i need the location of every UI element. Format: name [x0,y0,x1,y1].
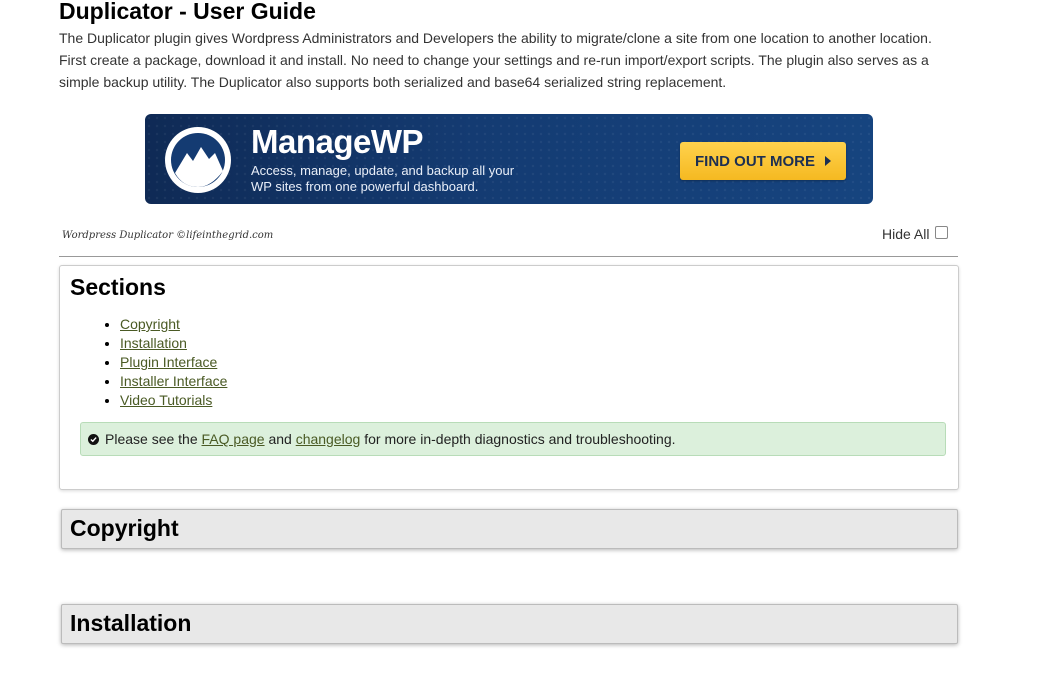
section-link-copyright[interactable]: Copyright [120,316,180,332]
check-circle-icon [88,433,99,445]
section-link-plugin-interface[interactable]: Plugin Interface [120,354,217,370]
list-item: Copyright [120,315,227,334]
page-title: Duplicator - User Guide [59,0,316,24]
find-out-more-label: FIND OUT MORE [695,152,815,170]
credit-text: Wordpress Duplicator ©lifeinthegrid.com [62,230,274,241]
banner-tagline-line-1: Access, manage, update, and backup all y… [251,163,515,178]
sections-list: Copyright Installation Plugin Interface … [101,315,227,410]
divider [59,256,958,257]
chevron-right-icon [825,156,831,166]
list-item: Plugin Interface [120,353,227,372]
managewp-banner-ad[interactable]: ManageWP Access, manage, update, and bac… [145,114,873,204]
note-and: and [268,431,292,447]
banner-tagline-line-2: WP sites from one powerful dashboard. [251,179,479,194]
intro-paragraph: The Duplicator plugin gives Wordpress Ad… [59,30,932,90]
list-item: Installer Interface [120,372,227,391]
sections-title: Sections [70,274,166,300]
section-link-installer-interface[interactable]: Installer Interface [120,373,227,389]
find-out-more-button[interactable]: FIND OUT MORE [680,142,846,180]
installation-heading: Installation [70,610,192,636]
copyright-panel-header[interactable]: Copyright [61,509,958,549]
hide-all-label: Hide All [882,226,930,242]
banner-brand: ManageWP [251,123,424,160]
list-item: Installation [120,334,227,353]
managewp-logo-icon [165,127,231,193]
section-link-installation[interactable]: Installation [120,335,187,351]
hide-all-toggle[interactable]: Hide All [882,225,949,242]
note-prefix: Please see the [105,431,198,447]
section-link-video-tutorials[interactable]: Video Tutorials [120,392,212,408]
installation-panel-header[interactable]: Installation [61,604,958,644]
hide-all-checkbox[interactable] [935,225,949,239]
banner-tagline: Access, manage, update, and backup all y… [251,163,541,195]
copyright-heading: Copyright [70,515,179,541]
list-item: Video Tutorials [120,391,227,410]
note-suffix: for more in-depth diagnostics and troubl… [364,431,676,447]
help-note: Please see the FAQ page and changelog fo… [80,422,946,456]
changelog-link[interactable]: changelog [296,431,361,447]
faq-page-link[interactable]: FAQ page [202,431,265,447]
sections-panel: Sections Copyright Installation Plugin I… [59,265,959,490]
